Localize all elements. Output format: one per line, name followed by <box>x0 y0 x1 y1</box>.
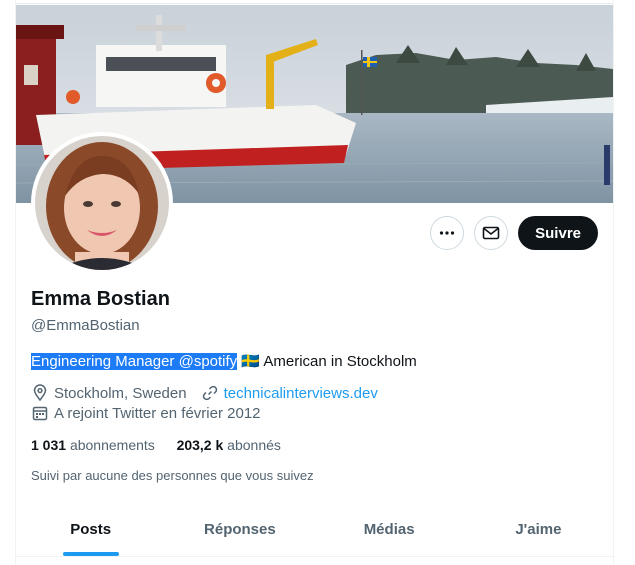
follow-button[interactable]: Suivre <box>518 216 598 250</box>
followed-by-text: Suivi par aucune des personnes que vous … <box>31 468 314 483</box>
tab-media[interactable]: Médias <box>315 502 464 556</box>
link-icon <box>201 384 219 402</box>
followers-count: 203,2 k <box>176 437 224 453</box>
following-count: 1 031 <box>31 437 67 453</box>
profile-website-link[interactable]: technicalinterviews.dev <box>224 385 378 402</box>
avatar-image <box>35 136 169 270</box>
avatar[interactable] <box>31 132 173 274</box>
more-button[interactable] <box>430 216 465 250</box>
tab-posts[interactable]: Posts <box>16 502 165 556</box>
message-button[interactable] <box>474 216 509 250</box>
tab-replies[interactable]: Réponses <box>165 502 314 556</box>
location-icon <box>31 384 49 402</box>
calendar-icon <box>31 404 49 422</box>
tab-likes[interactable]: J'aime <box>464 502 613 556</box>
profile-joined-date: A rejoint Twitter en février 2012 <box>54 404 261 422</box>
profile-name: Emma Bostian <box>31 288 170 310</box>
following-link[interactable]: 1 031 abonnements <box>31 437 155 453</box>
profile-bio: Engineering Manager @spotify 🇸🇪 American… <box>31 352 417 370</box>
swedish-flag-emoji: 🇸🇪 <box>241 353 261 370</box>
bio-text: American in Stockholm <box>260 353 417 370</box>
bio-selected-text: Engineering Manager @spotify <box>31 353 238 370</box>
tab-label: Médias <box>363 520 415 538</box>
more-icon <box>440 231 455 235</box>
profile-actions: Suivre <box>430 216 598 250</box>
followers-label: abonnés <box>227 437 281 453</box>
tab-label: Posts <box>70 520 112 538</box>
tab-label: J'aime <box>515 520 562 538</box>
following-label: abonnements <box>69 437 155 453</box>
tab-label: Réponses <box>204 520 276 538</box>
profile-tabs: Posts Réponses Médias J'aime <box>16 502 613 557</box>
mail-icon <box>482 226 500 240</box>
profile-location: Stockholm, Sweden <box>54 384 187 402</box>
profile-meta-row: Stockholm, Sweden technicalinterviews.de… <box>31 384 378 402</box>
profile-stats: 1 031 abonnements 203,2 k abonnés <box>31 437 281 453</box>
active-tab-indicator <box>62 552 119 556</box>
profile-handle: @EmmaBostian <box>31 317 140 334</box>
followers-link[interactable]: 203,2 k abonnés <box>177 437 281 453</box>
profile-joined-row: A rejoint Twitter en février 2012 <box>31 404 261 422</box>
